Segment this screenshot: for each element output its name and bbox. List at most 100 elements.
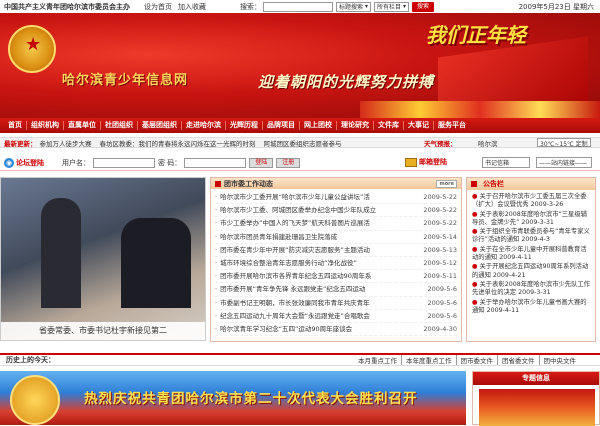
notice-item[interactable]: ● 关于组织全市青联委员参与“青年专家义诊行”活动的通知 2009-4-3 [472, 228, 590, 245]
bullet-icon [215, 180, 221, 187]
search-label: 搜索： [240, 2, 261, 11]
special-topic-image[interactable] [479, 389, 595, 426]
bullet-icon: ● [472, 263, 480, 271]
news-ticker-item[interactable]: 阿城团区委组织志愿者参与 [264, 138, 342, 148]
tab-monthly-work[interactable]: 本月重点工作 [354, 355, 402, 365]
nav-item-brand[interactable]: 品牌项目 [263, 121, 300, 130]
site-title: 哈尔滨青少年信息网 [62, 73, 189, 88]
notice-item[interactable]: ● 关于举办哈尔滨市少年儿童书画大赛的通知 2009-4-11 [472, 299, 590, 316]
header-banner: 哈尔滨青少年信息网 我们正年轻 迎着朝阳的光辉努力拼搏 [0, 13, 600, 118]
register-button[interactable]: 注册 [276, 157, 301, 168]
bullet-icon: ● [472, 280, 480, 288]
news-ticker-item[interactable]: 参加万人徒步大赛 [40, 138, 92, 148]
add-favorite-link[interactable]: 加入收藏 [178, 2, 206, 12]
tab-province-docs[interactable]: 团省委文件 [498, 355, 540, 365]
history-bar: 历史上的今天： 本月重点工作 本年度重点工作 团市委文件 团省委文件 团中央文件 [0, 353, 600, 366]
news-item[interactable]: · 哈尔滨市少工委、阿城团区委举办纪念中国少年队成立 2009-5-22 [215, 204, 457, 218]
date-display: 2009年5月23日 星期六 [518, 3, 594, 11]
photo-caption[interactable]: 省委常委、市委书记杜宇新接见第二 [1, 322, 205, 340]
nav-item-affiliates[interactable]: 直属单位 [64, 121, 101, 130]
notice-item[interactable]: ● 关于表彰2008年度哈尔滨市“三星级辅导员、金牌少先” 2009-3-31 [472, 211, 590, 228]
work-news-panel: 团市委工作动态 more · 哈尔滨市少工委开展“哈尔滨市少年儿童公益讲坛”活 20… [210, 177, 462, 342]
nav-item-societies[interactable]: 社团组织 [101, 121, 138, 130]
site-link-select[interactable]: ——站内链接—— [536, 157, 592, 168]
tab-central-docs[interactable]: 团中央文件 [540, 355, 581, 365]
congress-banner-text: 热烈庆祝共青团哈尔滨市第二十次代表大会胜利召开 [84, 391, 418, 407]
youth-slogan: 我们正年轻 [426, 23, 526, 47]
username-label: 用户名： [62, 158, 90, 167]
photo-figure [121, 218, 191, 308]
nav-item-organization[interactable]: 组织机构 [27, 121, 64, 130]
bullet-icon: · [215, 219, 218, 228]
mail-login[interactable]: 邮箱登陆 [405, 157, 447, 167]
bullet-icon: ● [472, 228, 480, 236]
password-input[interactable] [184, 157, 247, 168]
chevron-down-icon: ▾ [403, 3, 407, 10]
nav-item-home[interactable]: 首页 [4, 121, 27, 130]
notice-item[interactable]: ● 关于在全市少年儿童中开展科普教育活动的通知 2009-4-11 [472, 246, 590, 263]
login-button[interactable]: 登陆 [249, 157, 274, 168]
password-label: 密 码： [158, 158, 182, 167]
news-item[interactable]: · 团市委开展“青年争先锋 永远跟党走”纪念五四运动 2009-5-6 [215, 283, 457, 297]
nav-item-services[interactable]: 服务平台 [434, 121, 470, 130]
nav-item-documents[interactable]: 文件库 [374, 121, 404, 130]
news-item[interactable]: · 哈尔滨青年学习纪念“五四”运动90周年座谈会 2009-4-30 [215, 323, 457, 337]
login-bar: ◉ 论坛登陆 用户名： 密 码： 登陆 注册 邮箱登陆 书记信箱 ——站内链接—— [0, 155, 600, 171]
nav-item-events[interactable]: 大事记 [404, 121, 434, 130]
latest-updates-label: 最新更新： [4, 139, 37, 148]
news-item[interactable]: · 团市委开展哈尔滨市各界青年纪念五四运动90周年系 2009-5-11 [215, 270, 457, 284]
news-item[interactable]: · 哈尔滨市少工委开展“哈尔滨市少年儿童公益讲坛”活 2009-5-22 [215, 191, 457, 205]
crowd-graphic [360, 101, 600, 118]
tab-city-docs[interactable]: 团市委文件 [457, 355, 498, 365]
bullet-icon: ● [472, 245, 480, 253]
weather-value[interactable]: 30℃~15℃ 定制 [537, 138, 591, 147]
forum-login[interactable]: ◉ 论坛登陆 [4, 157, 44, 168]
congress-banner[interactable]: 热烈庆祝共青团哈尔滨市第二十次代表大会胜利召开 [0, 371, 466, 425]
nav-item-grassroots[interactable]: 基层团组织 [138, 121, 182, 130]
organizer-text: 中国共产主义青年团哈尔滨市委员会主办 [4, 2, 130, 11]
chevron-down-icon: ▾ [365, 3, 369, 10]
tab-yearly-work[interactable]: 本年度重点工作 [402, 355, 457, 365]
bullet-icon: · [215, 285, 218, 294]
top-bar: 中国共产主义青年团哈尔滨市委员会主办 设为首页 加入收藏 搜索： 标题搜索 ▾ 所… [0, 0, 600, 13]
set-homepage-link[interactable]: 设为首页 [144, 2, 172, 12]
search-type-select[interactable]: 标题搜索 ▾ [336, 1, 372, 12]
bullet-icon: ● [472, 298, 480, 306]
mailbox-select[interactable]: 书记信箱 [482, 157, 530, 168]
notice-list: ● 关于召开哈尔滨市少工委五届三次全委（扩大）会议暨优秀 2009-3-26 ●… [467, 190, 595, 319]
youth-league-emblem-icon [8, 25, 56, 73]
notice-item[interactable]: ● 关于开展纪念五四运动90周年系列活动的通知 2009-4-21 [472, 263, 590, 280]
forum-icon: ◉ [4, 157, 14, 168]
search-scope-select[interactable]: 所有栏目 ▾ [374, 1, 410, 12]
notice-item[interactable]: ● 关于表彰2008年度哈尔滨市少先队工作先进单位的决定 2009-3-31 [472, 281, 590, 298]
photo-figure [41, 198, 81, 308]
work-tabs: 本月重点工作 本年度重点工作 团市委文件 团省委文件 团中央文件 [354, 355, 580, 365]
nav-item-history[interactable]: 光辉历程 [226, 121, 263, 130]
news-ticker-item[interactable]: 春坊区教委：我们的青春将永远闪烁在这一光辉的时刻 [100, 138, 256, 148]
search-button[interactable]: 搜索 [412, 1, 435, 12]
news-item[interactable]: · 哈尔滨市团员青年捐建赴珊昌卫生院落成 2009-5-14 [215, 231, 457, 244]
youth-league-emblem-icon [10, 375, 60, 425]
news-item[interactable]: · 市少工委举办“中国人的飞天梦”航天科普图片巡展活 2009-5-22 [215, 217, 457, 231]
search-input[interactable] [263, 1, 333, 12]
more-button[interactable]: more [436, 180, 457, 188]
nav-item-harbin[interactable]: 走进哈尔滨 [182, 121, 226, 130]
news-item[interactable]: · 城市环境综合整治青年志愿服务行动“净化战役” 2009-5-12 [215, 257, 457, 271]
news-item[interactable]: · 纪念五四运动九十周年大会暨“永远跟党走”合唱歌会 2009-5-6 [215, 310, 457, 323]
notice-panel: 公告栏 ● 关于召开哈尔滨市少工委五届三次全委（扩大）会议暨优秀 2009-3-… [466, 177, 596, 342]
bullet-icon: ● [472, 210, 480, 218]
news-item[interactable]: · 市委副书记王明朝，市长张效廉同我市青年共庆青年 2009-5-6 [215, 297, 457, 310]
special-topics-title: 专题信息 [473, 372, 599, 385]
username-input[interactable] [93, 157, 155, 168]
bullet-icon: · [215, 311, 218, 320]
nav-item-school[interactable]: 网上团校 [300, 121, 337, 130]
notice-item[interactable]: ● 关于召开哈尔滨市少工委五届三次全委（扩大）会议暨优秀 2009-3-26 [472, 193, 590, 210]
bullet-icon: ● [472, 193, 480, 200]
bullet-icon: · [215, 193, 218, 201]
bullet-icon: · [215, 232, 218, 241]
bullet-icon: · [215, 245, 218, 254]
news-item[interactable]: · 团市委在青少年中开展“防灾减灾志愿服务”主题活动 2009-5-13 [215, 244, 457, 257]
history-label: 历史上的今天： [6, 356, 55, 364]
nav-item-research[interactable]: 理论研究 [337, 121, 374, 130]
featured-photo[interactable]: 省委常委、市委书记杜宇新接见第二 [0, 177, 206, 341]
